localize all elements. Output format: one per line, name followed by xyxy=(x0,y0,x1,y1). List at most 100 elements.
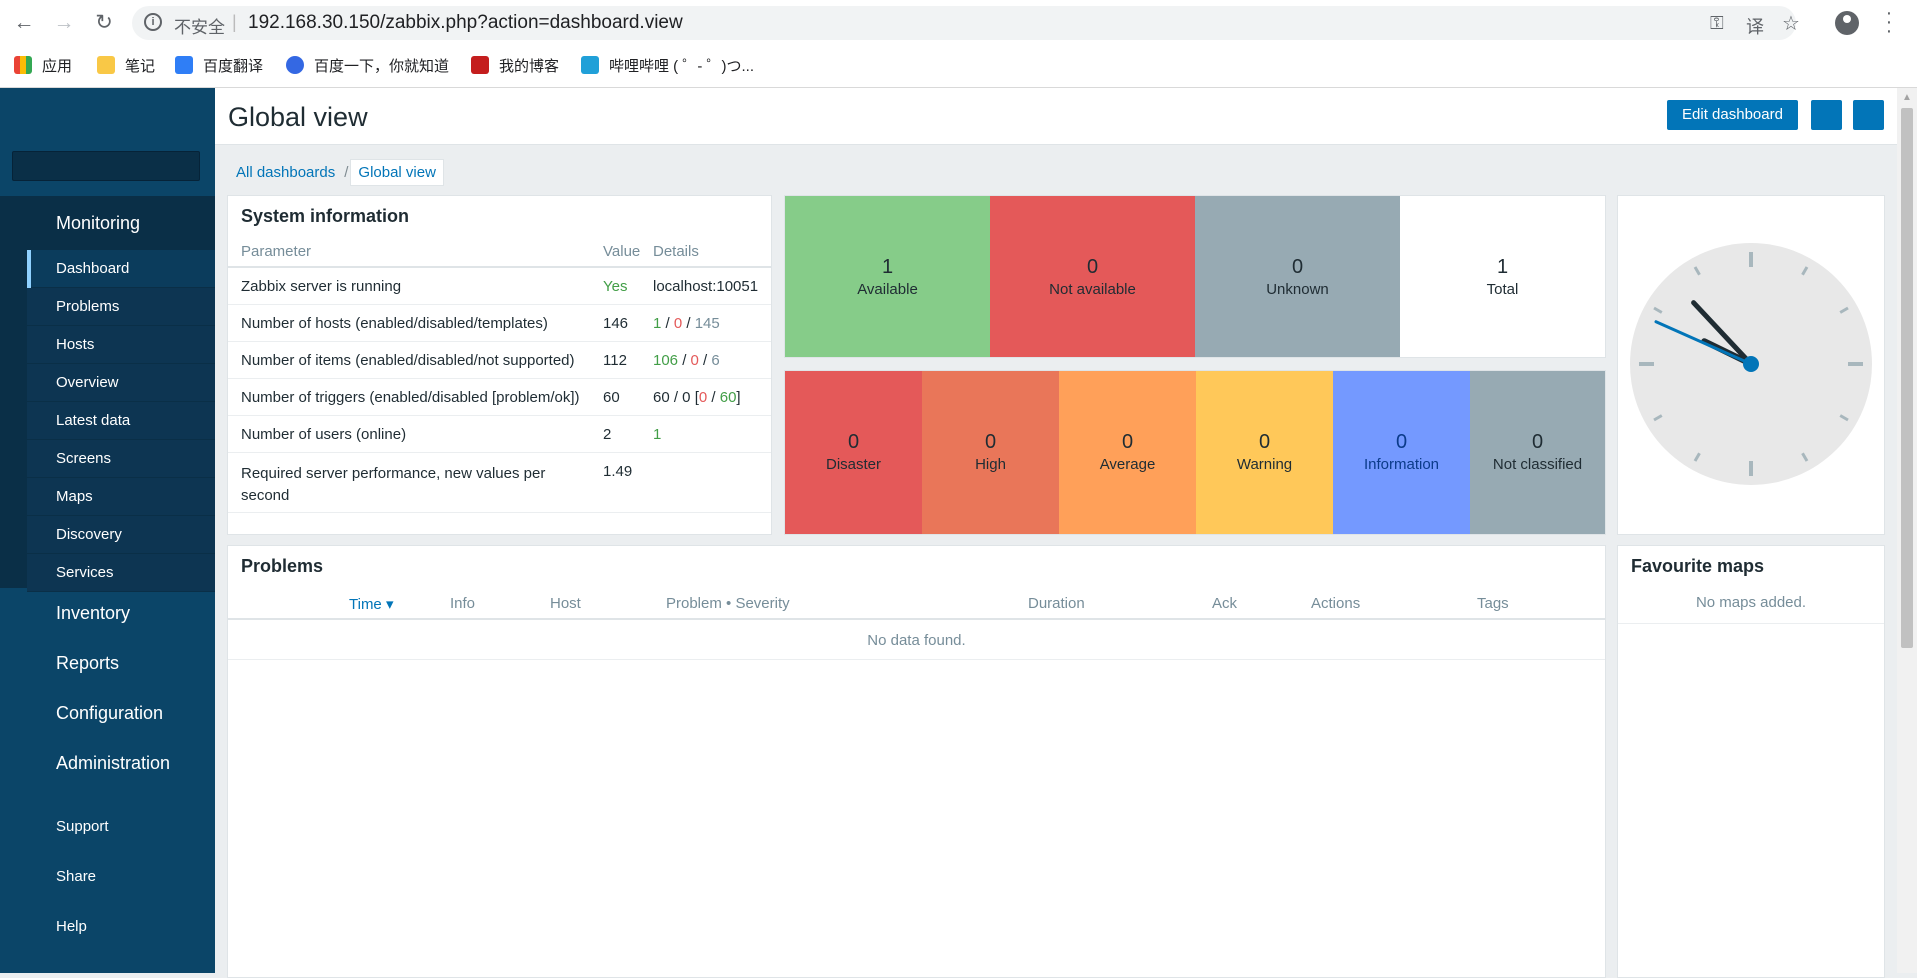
column-details: Details xyxy=(653,243,699,260)
submenu-problems[interactable]: Problems xyxy=(27,288,215,326)
problems-widget: Problems Time ▾ Info Host Problem • Seve… xyxy=(227,545,1606,978)
system-information-widget: System information Parameter Value Detai… xyxy=(227,195,772,535)
sidebar: Monitoring Dashboard Problems Hosts Over… xyxy=(0,88,215,973)
more-menu-icon[interactable]: · · · xyxy=(1884,3,1894,41)
host-available-cell[interactable]: 1 Available xyxy=(785,196,990,357)
column-actions: Actions xyxy=(1311,595,1361,612)
severity-not-classified-cell[interactable]: 0 Not classified xyxy=(1470,371,1605,534)
empty-state: No data found. xyxy=(228,622,1605,660)
table-row: Number of hosts (enabled/disabled/templa… xyxy=(228,305,771,342)
column-value: Value xyxy=(603,243,641,260)
forward-icon[interactable]: → xyxy=(52,11,76,35)
submenu-dashboard[interactable]: Dashboard xyxy=(27,250,215,288)
breadcrumb: All dashboards / Global view xyxy=(229,158,444,186)
menu-inventory[interactable]: Inventory xyxy=(0,588,215,638)
severity-warning-cell[interactable]: 0 Warning xyxy=(1196,371,1333,534)
breadcrumb-separator: / xyxy=(344,163,349,181)
host-unknown-cell[interactable]: 0 Unknown xyxy=(1195,196,1400,357)
bookmarks-bar: 应用 笔记 百度翻译 百度一下，你就知道 我的博客 哔哩哔哩 ( ゜- ゜)つ.… xyxy=(0,46,1917,84)
bookmark-apps[interactable]: 应用 xyxy=(14,54,72,76)
widget-title: System information xyxy=(241,206,410,226)
clock-center xyxy=(1743,356,1759,372)
star-icon[interactable]: ☆ xyxy=(1782,11,1800,36)
translate-icon xyxy=(175,56,193,74)
submenu-screens[interactable]: Screens xyxy=(27,440,215,478)
table-row: Number of items (enabled/disabled/not su… xyxy=(228,342,771,379)
submenu-discovery[interactable]: Discovery xyxy=(27,516,215,554)
page-header: Global view Edit dashboard xyxy=(215,88,1897,145)
menu-reports[interactable]: Reports xyxy=(0,638,215,688)
url-text[interactable]: 192.168.30.150/zabbix.php?action=dashboa… xyxy=(248,12,683,34)
search-input[interactable] xyxy=(12,151,200,181)
bookmark-bilibili[interactable]: 哔哩哔哩 ( ゜- ゜)つ... xyxy=(581,54,754,76)
browser-chrome: ← → ↻ i 不安全 | 192.168.30.150/zabbix.php?… xyxy=(0,0,1917,88)
severity-information-cell[interactable]: 0 Information xyxy=(1333,371,1470,534)
severity-high-cell[interactable]: 0 High xyxy=(922,371,1059,534)
submenu-overview[interactable]: Overview xyxy=(27,364,215,402)
bookmark-baidu-translate[interactable]: 百度翻译 xyxy=(175,54,263,76)
menu-monitoring[interactable]: Monitoring xyxy=(0,196,215,250)
footer-help[interactable]: Help xyxy=(56,918,87,935)
column-tags: Tags xyxy=(1477,595,1509,612)
page-title: Global view xyxy=(228,102,368,132)
submenu-services[interactable]: Services xyxy=(27,554,215,592)
table-row: Required server performance, new values … xyxy=(228,453,771,513)
info-icon[interactable]: i xyxy=(144,13,162,31)
favourite-maps-widget: Favourite maps No maps added. xyxy=(1617,545,1885,978)
host-not-available-cell[interactable]: 0 Not available xyxy=(990,196,1195,357)
footer-share[interactable]: Share xyxy=(56,868,96,885)
submenu-latest-data[interactable]: Latest data xyxy=(27,402,215,440)
back-icon[interactable]: ← xyxy=(12,11,36,35)
column-info: Info xyxy=(450,595,476,612)
translate-page-icon[interactable]: 译 xyxy=(1746,13,1764,39)
breadcrumb-all-dashboards[interactable]: All dashboards xyxy=(229,164,342,181)
bookmark-blog[interactable]: 我的博客 xyxy=(471,54,559,76)
folder-icon xyxy=(97,56,115,74)
bookmark-baidu[interactable]: 百度一下，你就知道 xyxy=(286,54,449,76)
severity-disaster-cell[interactable]: 0 Disaster xyxy=(785,371,922,534)
edit-dashboard-button[interactable]: Edit dashboard xyxy=(1667,100,1798,130)
table-header: Parameter Value Details xyxy=(228,236,771,268)
profile-avatar-icon[interactable] xyxy=(1835,11,1859,35)
column-host: Host xyxy=(550,595,581,612)
csdn-icon xyxy=(471,56,489,74)
monitoring-submenu: Dashboard Problems Hosts Overview Latest… xyxy=(0,250,215,592)
column-parameter: Parameter xyxy=(241,243,312,260)
scroll-up-arrow-icon[interactable]: ▲ xyxy=(1902,92,1912,103)
clock-widget xyxy=(1617,195,1885,535)
page-scrollbar[interactable]: ▲ xyxy=(1897,88,1917,973)
host-total-cell[interactable]: 1 Total xyxy=(1400,196,1605,357)
column-duration: Duration xyxy=(1028,595,1085,612)
severity-average-cell[interactable]: 0 Average xyxy=(1059,371,1196,534)
problems-table-header: Time ▾ Info Host Problem • Severity Dura… xyxy=(228,586,1605,620)
table-row: Number of triggers (enabled/disabled [pr… xyxy=(228,379,771,416)
host-availability-widget: 1 Available 0 Not available 0 Unknown 1 … xyxy=(784,195,1606,358)
empty-state: No maps added. xyxy=(1618,586,1884,624)
column-ack: Ack xyxy=(1212,595,1238,612)
problems-by-severity-widget: 0 Disaster 0 High 0 Average 0 Warning 0 … xyxy=(784,370,1606,535)
bilibili-icon xyxy=(581,56,599,74)
scrollbar-thumb[interactable] xyxy=(1901,108,1913,648)
table-row: Zabbix server is running Yes localhost:1… xyxy=(228,268,771,305)
key-icon[interactable]: ⚿ xyxy=(1710,13,1724,34)
address-separator: | xyxy=(232,12,237,32)
dashboard-actions-button[interactable] xyxy=(1811,100,1842,130)
submenu-hosts[interactable]: Hosts xyxy=(27,326,215,364)
column-problem-severity: Problem • Severity xyxy=(666,595,790,612)
menu-configuration[interactable]: Configuration xyxy=(0,688,215,738)
browser-toolbar: ← → ↻ i 不安全 | 192.168.30.150/zabbix.php?… xyxy=(0,0,1917,46)
bookmark-notes[interactable]: 笔记 xyxy=(97,54,155,76)
reload-icon[interactable]: ↻ xyxy=(92,11,116,35)
apps-grid-icon xyxy=(14,56,32,74)
address-bar[interactable]: i 不安全 | 192.168.30.150/zabbix.php?action… xyxy=(132,6,1800,40)
clock-face xyxy=(1630,243,1872,485)
footer-support[interactable]: Support xyxy=(56,818,109,835)
baidu-paw-icon xyxy=(286,56,304,74)
menu-administration[interactable]: Administration xyxy=(0,738,215,788)
breadcrumb-current[interactable]: Global view xyxy=(350,158,444,186)
insecure-label: 不安全 xyxy=(174,18,225,37)
submenu-maps[interactable]: Maps xyxy=(27,478,215,516)
widget-title: Problems xyxy=(241,556,324,576)
fullscreen-button[interactable] xyxy=(1853,100,1884,130)
column-time[interactable]: Time ▾ xyxy=(349,595,393,613)
